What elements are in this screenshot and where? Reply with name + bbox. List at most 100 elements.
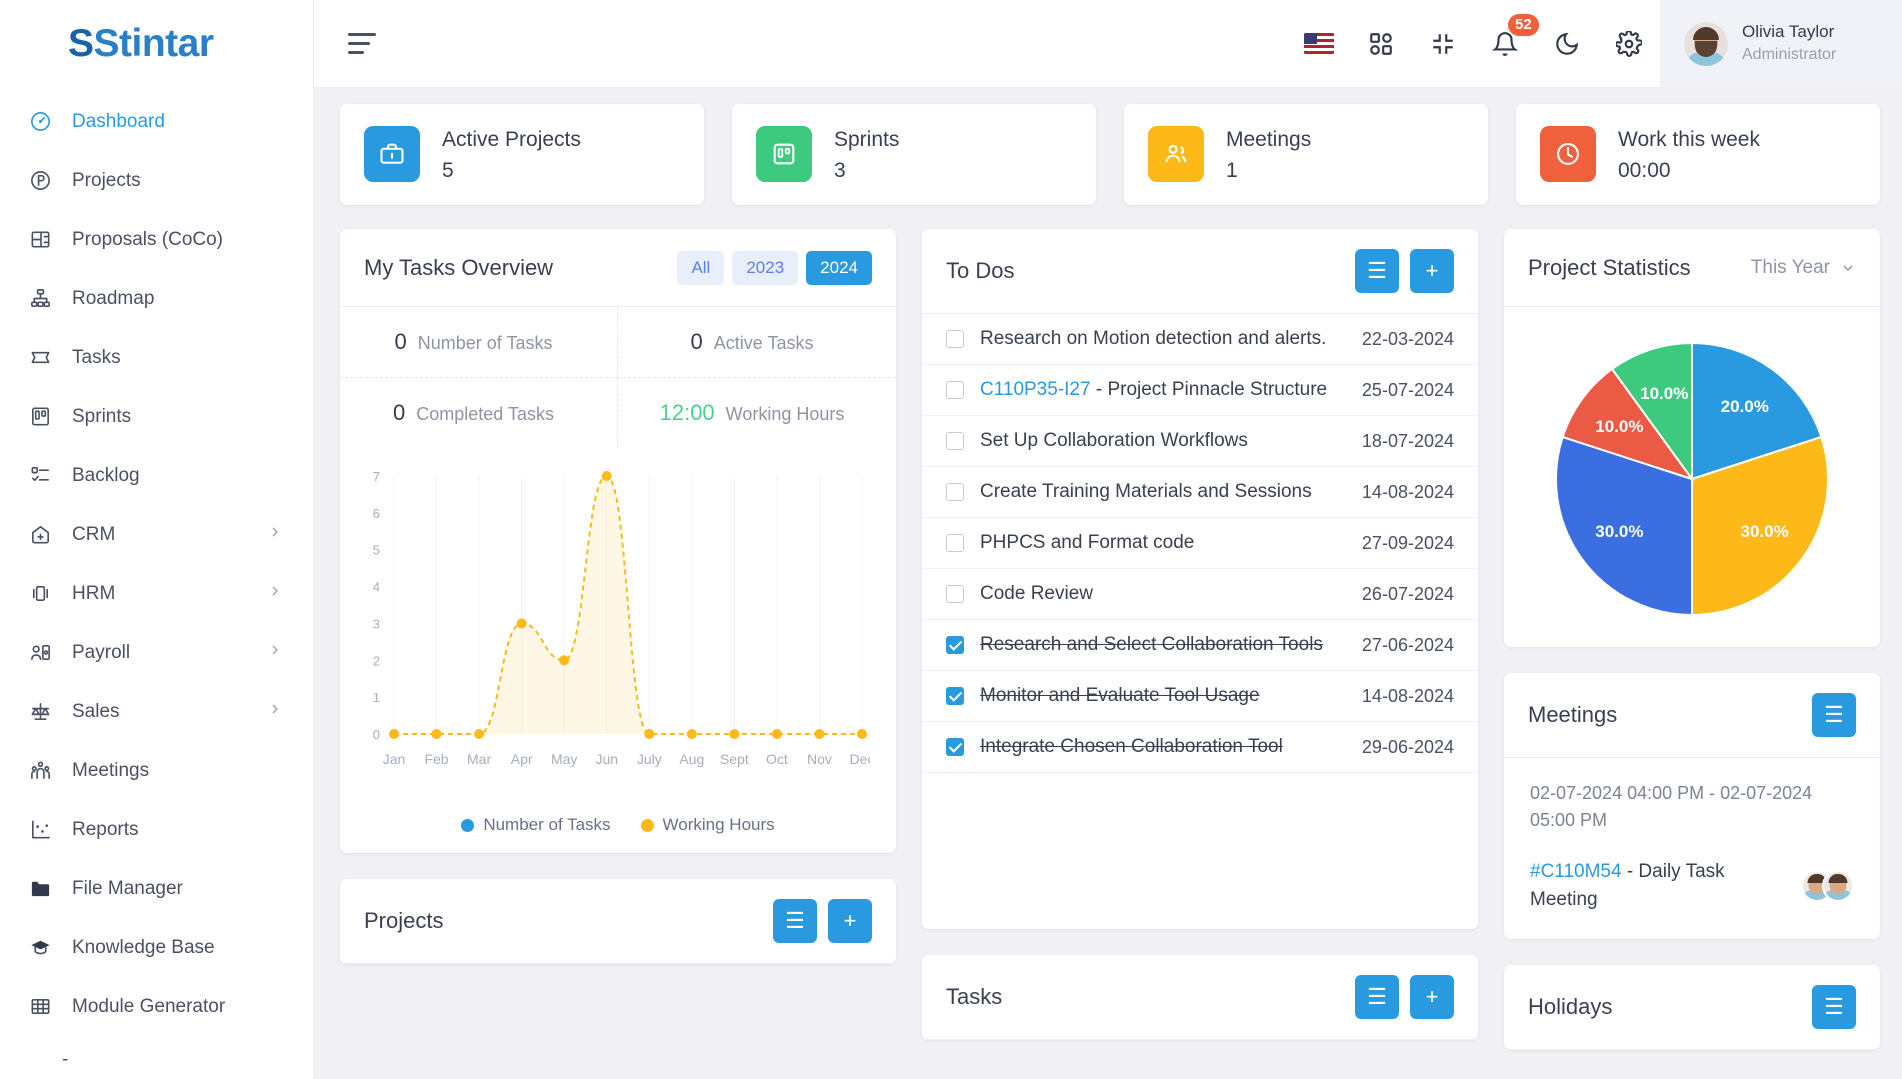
sidebar-item-backlog[interactable]: Backlog [0, 446, 313, 505]
todo-date: 29-06-2024 [1361, 736, 1454, 757]
sidebar-item-payroll[interactable]: Payroll [0, 623, 313, 682]
svg-text:Nov: Nov [807, 751, 832, 767]
todo-item[interactable]: PHPCS and Format code 27-09-2024 [922, 518, 1478, 570]
todo-checkbox[interactable] [946, 432, 964, 451]
holidays-list-button[interactable]: ☰ [1812, 985, 1856, 1030]
stat-card-work-this-week[interactable]: Work this week 00:00 [1516, 104, 1880, 206]
todo-item[interactable]: Research and Select Collaboration Tools … [922, 620, 1478, 672]
meetings-list-button[interactable]: ☰ [1812, 693, 1856, 738]
brand-logo[interactable]: SStintar [0, 0, 313, 88]
chevron-right-icon [267, 524, 283, 546]
todo-item[interactable]: Integrate Chosen Collaboration Tool 29-0… [922, 722, 1478, 774]
stat-card-sprints[interactable]: Sprints 3 [732, 104, 1096, 206]
user-name: Olivia Taylor [1742, 22, 1835, 42]
period-selector[interactable]: This Year [1751, 257, 1856, 279]
todo-item[interactable]: C110P35-I27 - Project Pinnacle Structure… [922, 365, 1478, 417]
todo-item[interactable]: Research on Motion detection and alerts.… [922, 314, 1478, 366]
sidebar-item-knowledge-base[interactable]: Knowledge Base [0, 918, 313, 977]
stat-card-meetings[interactable]: Meetings 1 [1124, 104, 1488, 206]
todo-checkbox[interactable] [946, 585, 964, 604]
overview-cell: 0 Active Tasks [618, 307, 896, 379]
sidebar-item-sprints[interactable]: Sprints [0, 387, 313, 446]
sidebar-item-proposals-coco[interactable]: Proposals (CoCo) [0, 210, 313, 269]
sidebar-item-module-generator[interactable]: Module Generator [0, 977, 313, 1036]
todo-item[interactable]: Create Training Materials and Sessions 1… [922, 467, 1478, 519]
briefcase-icon [364, 126, 420, 182]
filter-2023[interactable]: 2023 [732, 250, 799, 285]
user-profile[interactable]: Olivia Taylor Administrator [1660, 0, 1902, 88]
todo-item[interactable]: Set Up Collaboration Workflows 18-07-202… [922, 416, 1478, 468]
sidebar-item-hrm[interactable]: HRM [0, 564, 313, 623]
settings-gear-icon[interactable] [1598, 0, 1660, 88]
todos-list-button[interactable]: ☰ [1355, 249, 1399, 294]
todo-label: Research on Motion detection and alerts. [980, 328, 1326, 350]
svg-text:Mar: Mar [467, 751, 491, 767]
legend-label: Working Hours [662, 815, 775, 835]
svg-text:5: 5 [373, 543, 380, 558]
us-flag-icon[interactable] [1288, 0, 1350, 88]
sidebar-item-meetings[interactable]: Meetings [0, 741, 313, 800]
sidebar-item-crm[interactable]: CRM [0, 505, 313, 564]
board-icon [756, 126, 812, 182]
sidebar-item-projects[interactable]: Projects [0, 151, 313, 210]
chevron-down-icon [1843, 265, 1853, 271]
svg-text:1: 1 [373, 690, 380, 705]
todo-code[interactable]: C110P35-I27 [980, 379, 1091, 400]
sidebar-item-dashboard[interactable]: Dashboard [0, 92, 313, 151]
sidebar-item-roadmap[interactable]: Roadmap [0, 269, 313, 328]
svg-text:0: 0 [373, 727, 380, 742]
holidays-panel-header: Holidays ☰ [1504, 965, 1880, 1051]
tasks-line-chart: 0 1 2 3 4 5 6 7 Jan Feb Mar Apr May Jun July Aug Sept Oct… [340, 448, 896, 807]
stat-card-active-projects[interactable]: Active Projects 5 [340, 104, 704, 206]
todo-date: 14-08-2024 [1361, 685, 1454, 706]
apps-grid-icon[interactable] [1350, 0, 1412, 88]
todo-item[interactable]: Code Review 26-07-2024 [922, 569, 1478, 621]
sidebar-item-tasks[interactable]: Tasks [0, 328, 313, 387]
svg-text:4: 4 [373, 580, 380, 595]
todo-item[interactable]: Monitor and Evaluate Tool Usage 14-08-20… [922, 671, 1478, 723]
filter-all[interactable]: All [677, 250, 725, 285]
overview-cell: 0 Number of Tasks [340, 307, 618, 379]
proposals-icon [25, 228, 55, 252]
column-right: Project Statistics This Year 20.0% 30.0% 3… [1504, 229, 1880, 1051]
todo-date: 25-07-2024 [1361, 379, 1454, 400]
sidebar-item-file-manager[interactable]: File Manager [0, 859, 313, 918]
meetings-people-icon [25, 759, 55, 783]
pie-slice-label: 30.0% [1595, 522, 1644, 542]
todos-add-button[interactable]: + [1410, 249, 1454, 294]
todo-checkbox[interactable] [946, 738, 964, 757]
sidebar: SStintar Dashboard Projects Proposals (CoC… [0, 0, 314, 1079]
todo-checkbox[interactable] [946, 636, 964, 655]
tasks-list-button[interactable]: ☰ [1355, 975, 1399, 1020]
projects-list-button[interactable]: ☰ [773, 899, 817, 944]
sidebar-item-reports[interactable]: Reports [0, 800, 313, 859]
todo-checkbox[interactable] [946, 381, 964, 400]
tasks-add-button[interactable]: + [1410, 975, 1454, 1020]
sidebar-item-label: Reports [72, 818, 139, 840]
overview-label: Completed Tasks [416, 404, 554, 425]
todo-checkbox[interactable] [946, 534, 964, 553]
collapse-screen-icon[interactable] [1412, 0, 1474, 88]
filter-2024[interactable]: 2024 [806, 250, 872, 285]
svg-text:Sept: Sept [720, 751, 749, 767]
sidebar-item-sales[interactable]: Sales [0, 682, 313, 741]
todo-checkbox[interactable] [946, 687, 964, 706]
meeting-code[interactable]: #C110M54 [1530, 861, 1622, 882]
dark-mode-icon[interactable] [1536, 0, 1598, 88]
legend-item[interactable]: Working Hours [640, 815, 775, 835]
todo-label: Code Review [980, 583, 1093, 605]
clock-icon [1540, 126, 1596, 182]
todo-label: Monitor and Evaluate Tool Usage [980, 685, 1260, 707]
projects-panel-title: Projects [364, 908, 444, 934]
bell-icon[interactable]: 52 [1474, 0, 1539, 88]
todo-checkbox[interactable] [946, 483, 964, 502]
pie-slice-label: 20.0% [1720, 396, 1769, 416]
pie-chart: 20.0% 30.0% 30.0% 10.0% 10.0% [1554, 341, 1830, 617]
projects-panel-header: Projects ☰ + [340, 879, 896, 965]
svg-text:Oct: Oct [766, 751, 788, 767]
todo-checkbox[interactable] [946, 330, 964, 349]
stat-title: Work this week [1618, 128, 1760, 151]
legend-item[interactable]: Number of Tasks [461, 815, 611, 835]
projects-add-button[interactable]: + [828, 899, 872, 944]
hamburger-icon[interactable] [348, 31, 382, 57]
